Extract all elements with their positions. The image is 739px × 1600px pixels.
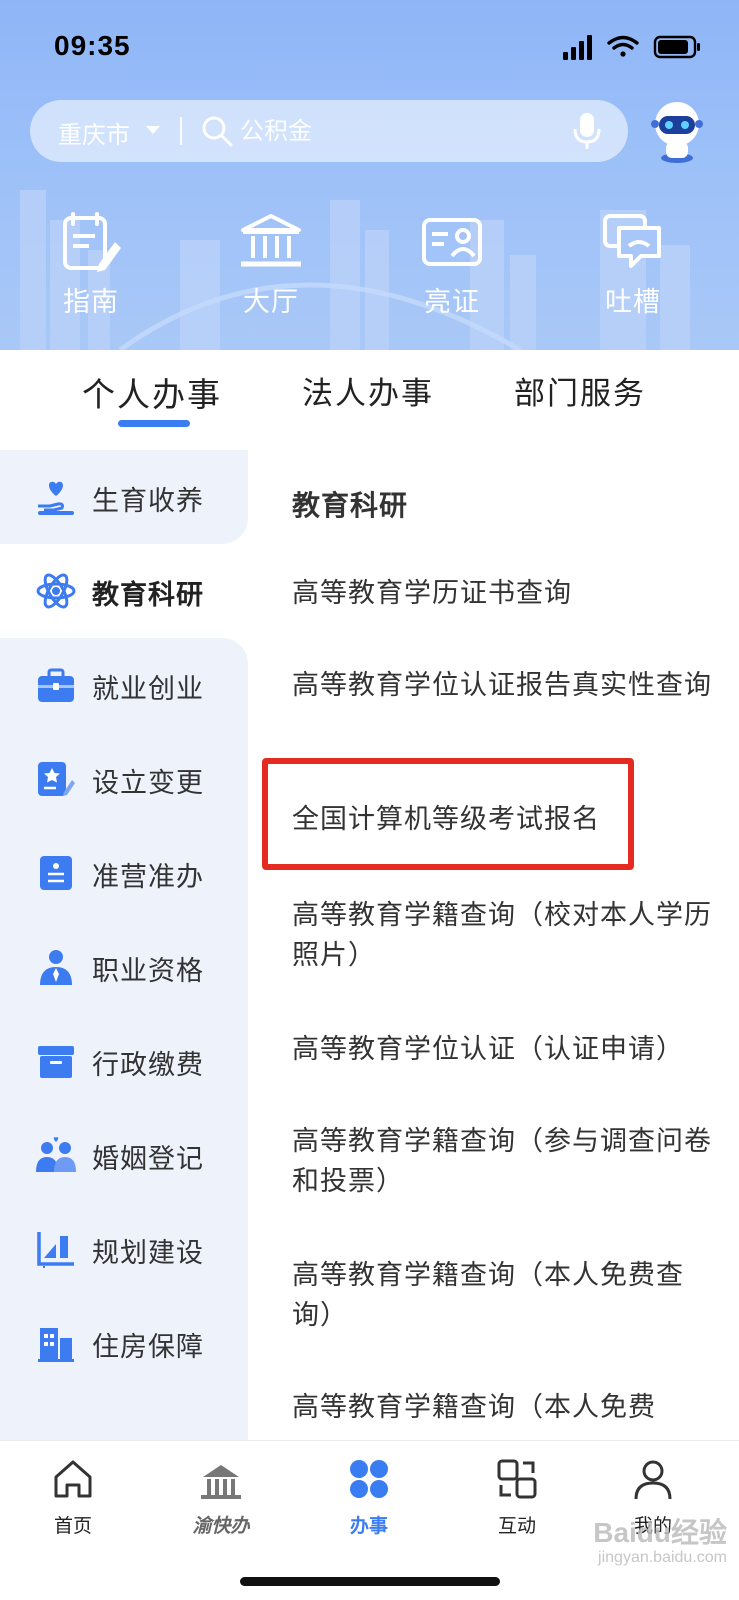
sidebar-item-housing[interactable]: 住房保障 [0,1296,248,1390]
list-item-highlighted[interactable]: 全国计算机等级考试报名 [292,800,712,840]
list-item[interactable]: 高等教育学历证书查询 [292,574,712,614]
box-icon [38,1046,74,1078]
quick-action-id-card[interactable]: 亮证 [397,212,507,322]
list-item[interactable]: 高等教育学籍查询（本人免费 [292,1388,712,1428]
tab-personal[interactable]: 个人办事 [82,368,222,416]
feedback-icon [603,214,661,268]
sidebar-item-label: 规划建设 [92,1238,204,1269]
section-title: 教育科研 [292,489,409,522]
quick-action-guide[interactable]: 指南 [36,212,146,322]
user-icon [634,1460,672,1500]
sidebar-item-operation-permit[interactable]: 准营准办 [0,826,248,920]
baidu-jingyan-watermark: Baidu经验 jingyan.baidu.com [577,1511,727,1577]
search-input[interactable] [240,112,540,150]
nav-services[interactable]: 办事 [314,1457,424,1557]
app-header: 09:35 重庆市 公积金 指南 大厅 亮证 吐槽 [0,0,739,350]
sidebar-item-childbirth[interactable]: 生育收养 [0,450,248,544]
search-icon [202,116,233,147]
active-tab-indicator [118,420,190,427]
status-time: 09:35 [54,30,131,61]
nav-label: 互动 [497,1515,536,1537]
sidebar-item-label: 设立变更 [92,768,204,799]
id-card-icon [422,218,482,266]
sidebar-item-establishment[interactable]: 设立变更 [0,732,248,826]
person-tie-icon [40,950,72,985]
home-icon [54,1460,92,1498]
sidebar-item-qualification[interactable]: 职业资格 [0,920,248,1014]
sidebar-item-marriage[interactable]: 婚姻登记 [0,1108,248,1202]
quick-action-label: 大厅 [243,287,299,318]
sidebar-item-label: 准营准办 [92,862,204,893]
battery-icon [653,35,700,59]
quick-action-feedback[interactable]: 吐槽 [578,212,688,322]
services-grid-icon [350,1460,388,1498]
hand-heart-icon [38,481,74,515]
bottom-navigation: 首页 渝快办 办事 互动 我的 Baidu经验 jingyan.baidu.co… [0,1440,739,1600]
interaction-icon [497,1459,537,1499]
list-item[interactable]: 高等教育学籍查询（本人免费查询） [292,1256,712,1336]
list-item[interactable]: 高等教育学籍查询（参与调查问卷和投票） [292,1122,712,1202]
star-edit-icon [38,762,75,796]
chevron-down-icon [146,126,160,134]
watermark-brand: Baidu经验 [593,1517,727,1548]
yukuaiban-logo-icon [201,1465,241,1499]
watermark-url: jingyan.baidu.com [598,1549,727,1566]
sidebar-item-planning[interactable]: 规划建设 [0,1202,248,1296]
nav-yukuaiban[interactable]: 渝快办 [166,1457,276,1557]
sidebar-item-label: 住房保障 [92,1332,204,1363]
sidebar-item-education[interactable]: 教育科研 [0,544,248,638]
city-selector[interactable]: 重庆市 [58,115,130,150]
couple-icon [36,1137,76,1172]
nav-label: 办事 [349,1515,388,1537]
tab-corporate[interactable]: 法人办事 [302,368,434,413]
sidebar-item-label: 婚姻登记 [92,1144,204,1175]
sidebar-item-label: 教育科研 [92,580,204,611]
sidebar-item-label: 就业创业 [92,674,204,705]
microphone-icon[interactable] [572,112,602,150]
list-item[interactable]: 高等教育学位认证报告真实性查询 [292,666,712,706]
chart-ruler-icon [37,1232,74,1268]
nav-label: 首页 [53,1515,92,1537]
guide-icon [63,212,121,272]
nav-home[interactable]: 首页 [18,1457,128,1557]
quick-action-hall[interactable]: 大厅 [216,212,326,322]
status-bar: 09:35 [0,0,739,90]
sidebar-item-label: 生育收养 [92,486,204,517]
nav-label: 渝快办 [192,1515,250,1537]
wifi-icon [607,35,639,57]
quick-action-label: 吐槽 [605,287,661,318]
cellular-signal-icon [563,35,592,60]
sidebar-item-label: 职业资格 [92,956,204,987]
hall-icon [241,214,301,267]
category-tabs: 个人办事 法人办事 部门服务 [0,350,739,440]
quick-actions: 指南 大厅 亮证 吐槽 [0,212,739,322]
sidebar-item-employment[interactable]: 就业创业 [0,638,248,732]
briefcase-icon [38,668,74,702]
search-bar[interactable]: 重庆市 [30,100,628,162]
license-icon [40,856,72,890]
nav-interaction[interactable]: 互动 [462,1457,572,1557]
tab-department[interactable]: 部门服务 [514,368,646,413]
atom-icon [36,573,76,609]
sidebar-item-label: 行政缴费 [92,1050,204,1081]
robot-assistant-icon[interactable] [646,98,708,164]
service-list-panel: 教育科研 高等教育学历证书查询 高等教育学位认证报告真实性查询 全国计算机等级考… [248,440,739,1440]
category-sidebar: 生育收养 教育科研 就业创业 设立变更 准营准办 职业资格 行政缴费 婚姻登记 … [0,440,248,1440]
building-icon [38,1328,74,1362]
list-item[interactable]: 高等教育学籍查询（校对本人学历照片） [292,896,712,976]
sidebar-item-admin-fees[interactable]: 行政缴费 [0,1014,248,1108]
list-item[interactable]: 高等教育学位认证（认证申请） [292,1030,712,1070]
quick-action-label: 亮证 [424,287,480,318]
search-divider [180,117,182,145]
status-icons [563,35,700,60]
home-indicator [240,1577,500,1586]
quick-action-label: 指南 [63,287,119,318]
